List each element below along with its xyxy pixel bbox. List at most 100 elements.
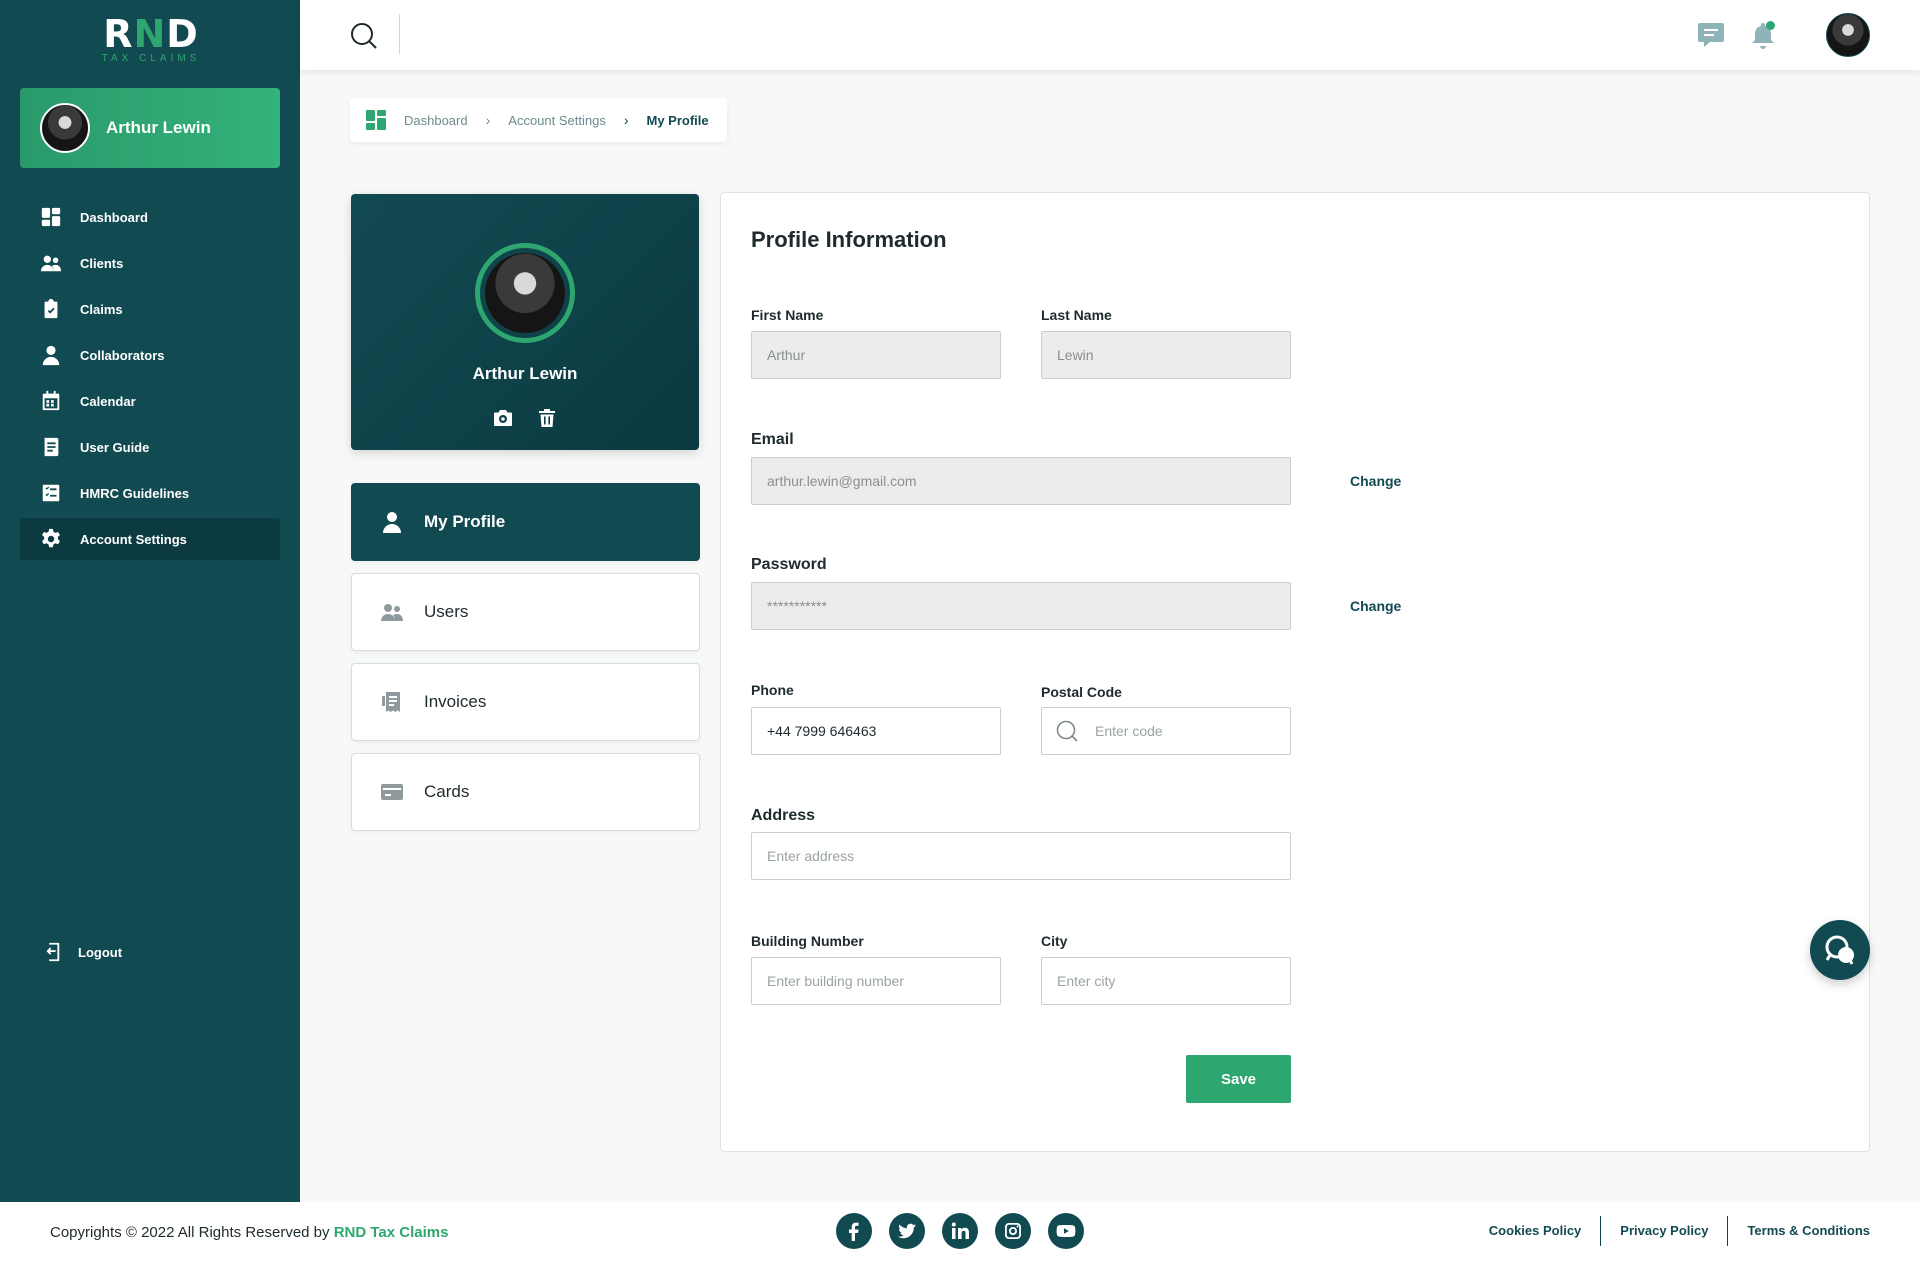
settings-menu-cards[interactable]: Cards <box>351 753 700 831</box>
youtube-icon[interactable] <box>1048 1213 1084 1249</box>
sidebar-item-label: Clients <box>80 255 124 271</box>
settings-menu-label: Cards <box>424 782 470 801</box>
sidebar-item-label: Claims <box>80 301 123 317</box>
breadcrumb-item-account-settings[interactable]: Account Settings <box>508 113 606 128</box>
gear-icon <box>42 528 60 548</box>
building-number-field[interactable] <box>751 957 1001 1005</box>
last-name-label: Last Name <box>1041 307 1112 323</box>
sidebar-item-label: User Guide <box>80 439 150 455</box>
clipboard-check-icon <box>44 298 58 319</box>
logout-button[interactable]: Logout <box>20 931 280 973</box>
sidebar-user-card[interactable]: Arthur Lewin <box>20 88 280 168</box>
postal-code-field[interactable] <box>1041 707 1291 755</box>
logout-icon <box>46 942 60 962</box>
sidebar-item-dashboard[interactable]: Dashboard <box>20 196 280 238</box>
avatar[interactable] <box>1826 13 1870 57</box>
profile-actions <box>351 408 699 428</box>
profile-name: Arthur Lewin <box>472 364 578 383</box>
profile-card: Arthur Lewin <box>351 194 699 450</box>
logo[interactable]: RND TAX CLAIMS <box>100 14 202 64</box>
book-icon <box>44 437 59 457</box>
chat-icon[interactable] <box>1696 20 1726 50</box>
address-label: Address <box>751 807 816 824</box>
checklist-icon <box>42 484 60 502</box>
notification-dot <box>1766 21 1775 30</box>
phone-field[interactable] <box>751 707 1001 755</box>
settings-menu-label: Invoices <box>424 692 487 711</box>
avatar <box>40 103 90 153</box>
calendar-icon <box>42 390 60 411</box>
settings-menu-users[interactable]: Users <box>351 573 700 651</box>
search-icon <box>1056 720 1078 742</box>
chevron-right-icon: › <box>485 112 491 128</box>
chat-bubbles-icon <box>1825 935 1854 965</box>
sidebar-item-collaborators[interactable]: Collaborators <box>20 334 280 376</box>
sidebar-item-label: Dashboard <box>80 209 148 225</box>
save-button[interactable]: Save <box>1186 1055 1291 1103</box>
email-field[interactable] <box>751 457 1291 505</box>
footer-links: Cookies Policy Privacy Policy Terms & Co… <box>1470 1216 1870 1246</box>
facebook-icon[interactable] <box>836 1213 872 1249</box>
privacy-policy-link[interactable]: Privacy Policy <box>1600 1216 1727 1246</box>
copyright-brand-link[interactable]: RND Tax Claims <box>334 1224 449 1241</box>
profile-avatar-ring <box>475 243 575 343</box>
receipt-icon <box>382 692 400 712</box>
breadcrumb-current: My Profile <box>646 112 709 128</box>
sidebar-item-user-guide[interactable]: User Guide <box>20 426 280 468</box>
users-icon <box>40 255 62 272</box>
bell-icon[interactable] <box>1748 20 1778 50</box>
instagram-icon[interactable] <box>995 1213 1031 1249</box>
sidebar-nav: Dashboard Clients Claims Collaborators C… <box>20 196 280 564</box>
linkedin-icon[interactable] <box>942 1213 978 1249</box>
sidebar-item-hmrc-guidelines[interactable]: HMRC Guidelines <box>20 472 280 514</box>
sidebar-item-label: Calendar <box>80 393 136 409</box>
support-chat-button[interactable] <box>1810 920 1870 980</box>
change-password-link[interactable]: Change <box>1350 598 1401 614</box>
building-number-label: Building Number <box>751 933 864 949</box>
chevron-right-icon: › <box>623 112 629 128</box>
cookies-policy-link[interactable]: Cookies Policy <box>1470 1216 1600 1246</box>
settings-menu-my-profile[interactable]: My Profile <box>351 483 700 561</box>
sidebar-item-clients[interactable]: Clients <box>20 242 280 284</box>
password-field[interactable] <box>751 582 1291 630</box>
last-name-field[interactable] <box>1041 331 1291 379</box>
change-email-link[interactable]: Change <box>1350 473 1401 489</box>
address-field[interactable] <box>751 832 1291 880</box>
camera-icon[interactable] <box>493 408 513 428</box>
sidebar-item-label: Collaborators <box>80 347 165 363</box>
logo-mark: RND <box>103 12 199 56</box>
settings-menu: My Profile Users Invoices Cards <box>351 483 700 843</box>
sidebar: RND TAX CLAIMS Arthur Lewin Dashboard Cl… <box>0 0 300 1202</box>
city-field[interactable] <box>1041 957 1291 1005</box>
trash-icon[interactable] <box>537 408 557 428</box>
settings-menu-invoices[interactable]: Invoices <box>351 663 700 741</box>
social-links <box>836 1213 1084 1249</box>
sidebar-item-calendar[interactable]: Calendar <box>20 380 280 422</box>
settings-menu-label: Users <box>424 602 469 621</box>
breadcrumb-item-dashboard[interactable]: Dashboard <box>404 113 468 128</box>
header-divider <box>399 14 400 54</box>
card-icon <box>381 784 403 800</box>
logout-label: Logout <box>78 944 123 960</box>
twitter-icon[interactable] <box>889 1213 925 1249</box>
person-icon <box>383 512 401 533</box>
avatar <box>485 253 565 333</box>
sidebar-item-label: Account Settings <box>80 531 187 547</box>
search-icon[interactable] <box>350 22 378 50</box>
users-icon <box>381 604 403 621</box>
breadcrumb: Dashboard › Account Settings › My Profil… <box>350 98 727 142</box>
sidebar-item-account-settings[interactable]: Account Settings <box>20 518 280 560</box>
email-label: Email <box>751 431 794 448</box>
terms-conditions-link[interactable]: Terms & Conditions <box>1727 1216 1870 1246</box>
first-name-label: First Name <box>751 307 824 323</box>
postal-code-label: Postal Code <box>1041 684 1122 700</box>
sidebar-item-claims[interactable]: Claims <box>20 288 280 330</box>
dashboard-icon <box>41 207 61 227</box>
profile-information-panel: Profile Information First Name Last Name… <box>720 192 1870 1152</box>
settings-menu-label: My Profile <box>424 512 506 531</box>
copyright: Copyrights © 2022 All Rights Reserved by… <box>50 1224 449 1241</box>
first-name-field[interactable] <box>751 331 1001 379</box>
sidebar-user-name: Arthur Lewin <box>106 118 211 137</box>
person-icon <box>42 345 60 366</box>
dashboard-icon <box>366 110 386 130</box>
